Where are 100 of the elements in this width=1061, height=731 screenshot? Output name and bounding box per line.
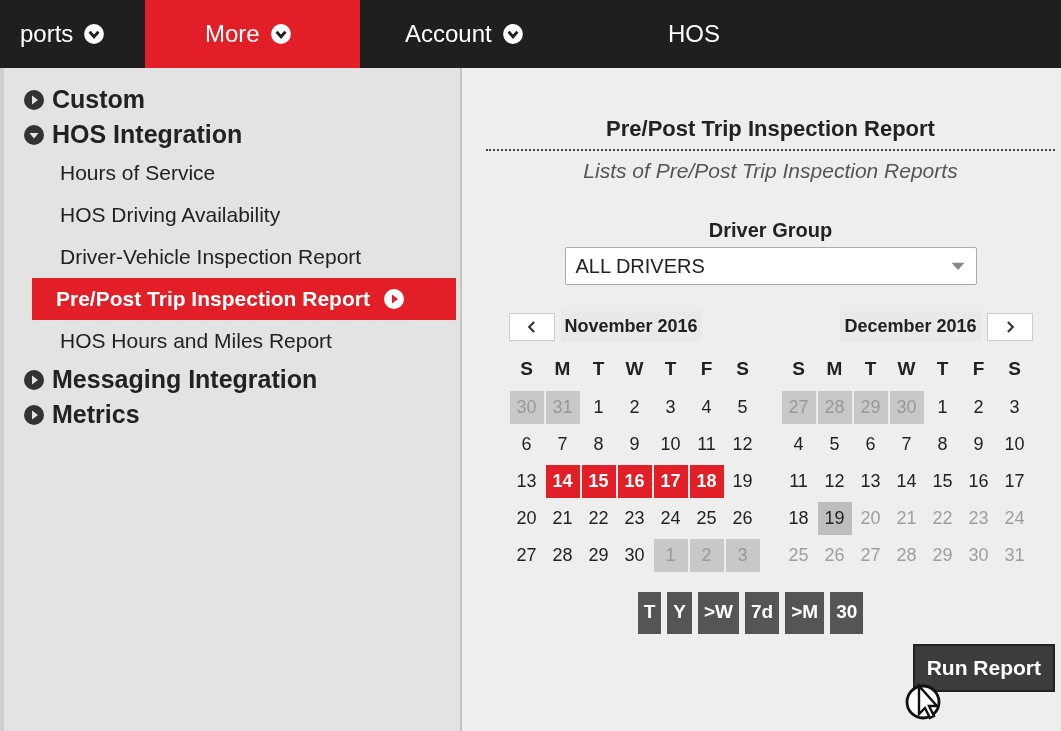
calendar-day[interactable]: 28: [545, 538, 580, 572]
menu-item[interactable]: Hours of Service: [24, 152, 216, 194]
calendar-day[interactable]: 6: [853, 427, 888, 461]
calendar-day[interactable]: 2: [961, 390, 996, 424]
calendar-day[interactable]: 10: [653, 427, 688, 461]
calendar-day[interactable]: 7: [545, 427, 580, 461]
calendar-day[interactable]: 25: [689, 501, 724, 535]
calendar-day[interactable]: 9: [617, 427, 652, 461]
quick-range-button[interactable]: >W: [698, 591, 740, 634]
calendar-day: 24: [997, 501, 1032, 535]
menu-item[interactable]: Driver-Vehicle Inspection Report: [24, 236, 362, 278]
calendar-day[interactable]: 2: [617, 390, 652, 424]
calendar-day[interactable]: 10: [997, 427, 1032, 461]
menu-group[interactable]: Metrics: [24, 397, 140, 432]
calendar-day[interactable]: 15: [581, 464, 616, 498]
weekday-label: S: [519, 356, 534, 381]
calendar-day[interactable]: 17: [997, 464, 1032, 498]
weekday-label: W: [624, 356, 645, 381]
calendar-day[interactable]: 4: [781, 427, 816, 461]
month-title: November 2016: [560, 311, 702, 342]
weekday-label: T: [591, 356, 606, 381]
calendar-day[interactable]: 22: [581, 501, 616, 535]
calendar-day[interactable]: 6: [509, 427, 544, 461]
calendar-day[interactable]: 17: [653, 464, 688, 498]
weekday-label: M: [553, 356, 572, 381]
quick-range-button[interactable]: Y: [667, 591, 692, 634]
caret-right-icon: [24, 369, 44, 390]
calendar-day[interactable]: 3: [653, 390, 688, 424]
calendar-day[interactable]: 16: [961, 464, 996, 498]
nav-tab[interactable]: HOS: [623, 0, 743, 68]
calendar-day[interactable]: 1: [581, 390, 616, 424]
calendar-day[interactable]: 11: [689, 427, 724, 461]
calendar-day[interactable]: 4: [689, 390, 724, 424]
driver-group-select[interactable]: ALL DRIVERS: [564, 246, 977, 285]
calendar-day[interactable]: 12: [725, 427, 760, 461]
calendar-day[interactable]: 13: [509, 464, 544, 498]
calendar-day[interactable]: 23: [617, 501, 652, 535]
quick-range-button[interactable]: 7d: [745, 591, 780, 634]
quick-range-button[interactable]: >M: [785, 591, 825, 634]
calendar-day[interactable]: 8: [581, 427, 616, 461]
chevron-down-icon: [269, 23, 292, 45]
calendar-day[interactable]: 16: [617, 464, 652, 498]
quick-range-button[interactable]: 30: [830, 591, 864, 634]
menu-group[interactable]: Messaging Integration: [24, 362, 318, 397]
calendar-day[interactable]: 18: [781, 501, 816, 535]
calendar-day[interactable]: 27: [509, 538, 544, 572]
calendar-day[interactable]: 11: [781, 464, 816, 498]
calendar-day[interactable]: 30: [617, 538, 652, 572]
month-title: December 2016: [840, 311, 981, 342]
calendar-day[interactable]: 8: [925, 427, 960, 461]
menu-group[interactable]: Custom: [24, 82, 146, 117]
run-report-button[interactable]: Run Report: [912, 643, 1055, 692]
menu-group[interactable]: HOS Integration: [24, 117, 243, 152]
next-month-button[interactable]: [986, 312, 1033, 341]
calendar-day[interactable]: 14: [545, 464, 580, 498]
calendar-day[interactable]: 1: [925, 390, 960, 424]
calendar-day[interactable]: 19: [725, 464, 760, 498]
caret-right-icon: [24, 404, 44, 425]
calendar-day[interactable]: 19: [817, 501, 852, 535]
calendar-day[interactable]: 3: [997, 390, 1032, 424]
previous-month-button[interactable]: [508, 312, 555, 341]
calendar-day[interactable]: 14: [889, 464, 924, 498]
nav-tab[interactable]: More: [145, 0, 360, 68]
calendar-day: 31: [997, 538, 1032, 572]
calendar-day: 20: [853, 501, 888, 535]
calendar-day[interactable]: 24: [653, 501, 688, 535]
menu-item[interactable]: HOS Driving Availability: [24, 194, 281, 236]
weekday-label: W: [896, 356, 917, 381]
weekday-label: T: [863, 356, 878, 381]
calendar-day: 27: [853, 538, 888, 572]
calendar-day[interactable]: 20: [509, 501, 544, 535]
calendar-day[interactable]: 15: [925, 464, 960, 498]
calendar-day: 22: [925, 501, 960, 535]
calendar-day[interactable]: 5: [817, 427, 852, 461]
menu-item[interactable]: Pre/Post Trip Inspection Report: [32, 278, 456, 320]
caret-right-icon: [383, 289, 404, 309]
weekday-label: F: [699, 356, 714, 381]
calendar-day: 26: [817, 538, 852, 572]
weekday-label: S: [735, 356, 750, 381]
calendar-day[interactable]: 7: [889, 427, 924, 461]
quick-range-button[interactable]: T: [637, 591, 662, 634]
menu-item[interactable]: HOS Hours and Miles Report: [24, 320, 332, 362]
calendar-day[interactable]: 9: [961, 427, 996, 461]
nav-tab[interactable]: ports: [0, 0, 145, 68]
calendar-day: 25: [781, 538, 816, 572]
weekday-label: F: [971, 356, 986, 381]
calendar-day[interactable]: 21: [545, 501, 580, 535]
caret-right-icon: [24, 89, 44, 110]
calendar-day[interactable]: 26: [725, 501, 760, 535]
nav-tab[interactable]: Account: [360, 0, 623, 68]
report-subtitle: Lists of Pre/Post Trip Inspection Reports: [583, 158, 958, 184]
calendar-day[interactable]: 5: [725, 390, 760, 424]
calendar-day[interactable]: 13: [853, 464, 888, 498]
weekday-label: S: [1007, 356, 1022, 381]
calendar-day[interactable]: 12: [817, 464, 852, 498]
calendar-day: 30: [961, 538, 996, 572]
calendar-day: 21: [889, 501, 924, 535]
calendar-day[interactable]: 29: [581, 538, 616, 572]
calendar-day: 23: [961, 501, 996, 535]
calendar-day[interactable]: 18: [689, 464, 724, 498]
